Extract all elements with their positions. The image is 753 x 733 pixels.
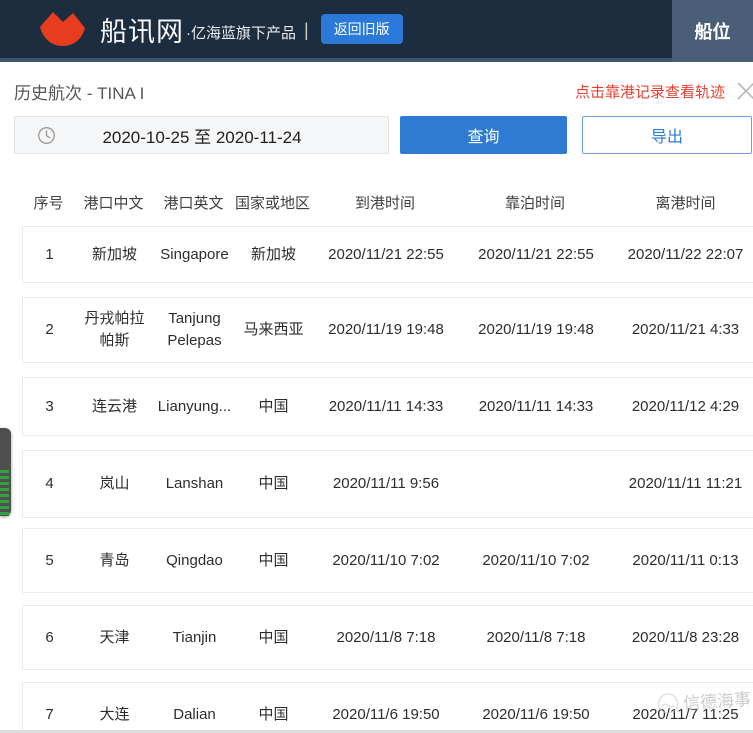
cell-port-en: Tianjin — [172, 628, 217, 646]
cell-country: 新加坡 — [250, 245, 296, 263]
cell-berth: 2020/11/6 19:50 — [482, 705, 590, 723]
sidebar-extension-handle[interactable] — [0, 428, 11, 516]
cell-port-cn: 新加坡 — [91, 245, 137, 263]
table-row[interactable]: 7 大连 Dalian 中国 2020/11/6 19:50 2020/11/6… — [22, 682, 753, 733]
brand-name: 船讯网 — [100, 16, 184, 47]
panel-title-row: 历史航次 - TINA I 点击靠港记录查看轨迹 — [14, 78, 753, 104]
cell-port-cn: 岚山 — [99, 475, 130, 493]
col-header-arrival: 到港时间 — [354, 194, 415, 212]
cell-berth: 2020/11/19 19:48 — [478, 321, 594, 339]
cell-departure: 2020/11/11 11:21 — [628, 475, 743, 493]
table-header-row: 序号 港口中文 港口英文 国家或地区 到港时间 靠泊时间 离港时间 — [22, 190, 753, 214]
cell-departure: 2020/11/12 4:29 — [631, 397, 740, 415]
header-bottom-strip — [0, 58, 753, 62]
cell-departure: 2020/11/8 23:28 — [631, 628, 740, 646]
cell-country: 中国 — [258, 551, 289, 569]
table-row[interactable]: 4 岚山 Lanshan 中国 2020/11/11 9:56 2020/11/… — [22, 450, 753, 518]
cell-arrival: 2020/11/6 19:50 — [332, 705, 440, 723]
cell-arrival: 2020/11/11 9:56 — [332, 475, 440, 493]
cell-port-en: Lanshan — [165, 475, 224, 493]
cell-arrival: 2020/11/10 7:02 — [332, 551, 440, 569]
cell-no: 2 — [45, 321, 54, 339]
cell-no: 4 — [45, 475, 54, 493]
table-row[interactable]: 5 青岛 Qingdao 中国 2020/11/10 7:02 2020/11/… — [22, 528, 753, 593]
cell-port-cn: 丹戎帕拉帕斯 — [84, 310, 145, 349]
cell-port-en: Qingdao — [166, 551, 223, 569]
cell-country: 中国 — [258, 705, 289, 723]
brand-suffix: ·亿海蓝旗下产品 — [186, 24, 296, 42]
cell-no: 7 — [45, 705, 54, 723]
col-header-no: 序号 — [33, 194, 64, 212]
cell-berth: 2020/11/21 22:55 — [478, 245, 594, 263]
col-header-port-en: 港口英文 — [163, 194, 224, 212]
header-divider: | — [304, 19, 309, 40]
date-range-value: 2020-10-25 至 2020-11-24 — [102, 127, 302, 147]
cell-berth: 2020/11/10 7:02 — [482, 551, 590, 569]
cell-country: 中国 — [258, 397, 289, 415]
cell-arrival: 2020/11/21 22:55 — [328, 245, 444, 263]
cell-port-cn: 青岛 — [99, 551, 130, 569]
history-voyages-window: 船讯网 ·亿海蓝旗下产品 | 返回旧版 船位 历史航次 - TINA I 点击靠… — [0, 0, 753, 733]
cell-arrival: 2020/11/19 19:48 — [328, 321, 444, 339]
export-button[interactable]: 导出 — [582, 116, 752, 154]
cell-no: 5 — [45, 551, 54, 569]
cell-country: 中国 — [258, 628, 289, 646]
cell-no: 6 — [45, 628, 54, 646]
cell-berth: 2020/11/8 7:18 — [486, 628, 586, 646]
clock-icon — [38, 126, 55, 144]
nav-tab-ship-position[interactable]: 船位 — [672, 0, 753, 62]
table-row[interactable]: 3 连云港 Lianyung... 中国 2020/11/11 14:33 20… — [22, 377, 753, 436]
cell-port-cn: 大连 — [99, 705, 130, 723]
cell-port-en: Dalian — [173, 705, 216, 723]
cell-departure: 2020/11/11 0:13 — [632, 551, 739, 569]
col-header-port-cn: 港口中文 — [83, 194, 144, 212]
cell-port-en: Singapore — [160, 245, 229, 263]
cell-country: 中国 — [258, 475, 289, 493]
query-button[interactable]: 查询 — [400, 116, 567, 154]
close-icon[interactable] — [733, 78, 753, 104]
date-range-input[interactable]: 2020-10-25 至 2020-11-24 — [14, 116, 389, 154]
table-row[interactable]: 1 新加坡 Singapore 新加坡 2020/11/21 22:55 202… — [22, 226, 753, 283]
view-track-hint-link[interactable]: 点击靠港记录查看轨迹 — [575, 81, 725, 102]
page-title: 历史航次 - TINA I — [14, 83, 145, 103]
cell-departure: 2020/11/22 22:07 — [627, 245, 744, 263]
col-header-berth: 靠泊时间 — [504, 194, 565, 212]
cell-berth: 2020/11/11 14:33 — [478, 397, 594, 415]
cell-port-en: Tanjung Pelepas — [167, 310, 222, 349]
cell-no: 1 — [45, 245, 54, 263]
handle-stripes — [0, 470, 9, 516]
cell-country: 马来西亚 — [243, 321, 304, 339]
col-header-country: 国家或地区 — [235, 194, 311, 212]
app-header: 船讯网 ·亿海蓝旗下产品 | 返回旧版 船位 — [0, 0, 753, 62]
shipxy-logo-icon — [40, 12, 85, 46]
col-header-departure: 离港时间 — [655, 194, 716, 212]
cell-no: 3 — [45, 397, 54, 415]
cell-arrival: 2020/11/11 14:33 — [328, 397, 444, 415]
back-to-old-version-button[interactable]: 返回旧版 — [320, 14, 403, 44]
table-row[interactable]: 6 天津 Tianjin 中国 2020/11/8 7:18 2020/11/8… — [22, 605, 753, 670]
cell-port-cn: 连云港 — [91, 397, 137, 415]
cell-port-en: Lianyung... — [157, 397, 232, 415]
cell-arrival: 2020/11/8 7:18 — [336, 628, 436, 646]
cell-departure: 2020/11/7 11:25 — [632, 705, 739, 723]
cell-departure: 2020/11/21 4:33 — [631, 321, 740, 339]
cell-port-cn: 天津 — [99, 628, 130, 646]
table-row[interactable]: 2 丹戎帕拉帕斯 Tanjung Pelepas 马来西亚 2020/11/19… — [22, 297, 753, 363]
